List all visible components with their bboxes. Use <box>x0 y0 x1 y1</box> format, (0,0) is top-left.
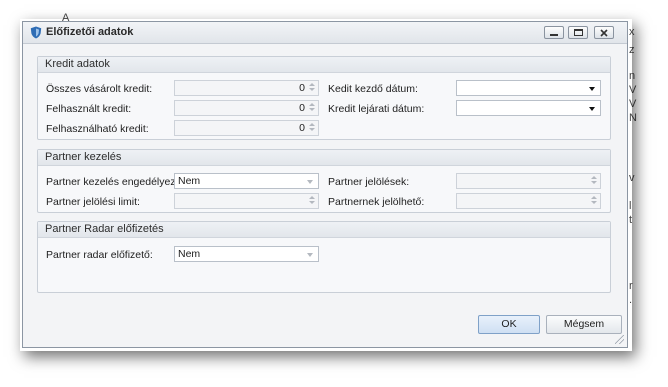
cancel-button[interactable]: Mégsem <box>546 315 622 334</box>
minimize-icon <box>550 33 558 36</box>
felhasznalhato-kredit-label: Felhasználható kredit: <box>46 123 149 135</box>
partner-jelolesi-limit-input[interactable] <box>174 193 319 209</box>
felhasznalhato-kredit-input[interactable]: 0 <box>174 120 319 136</box>
spin-arrows-icon[interactable] <box>308 82 316 94</box>
felhasznalhato-kredit-value: 0 <box>299 122 305 134</box>
kredit-lejarati-datum-dropdown[interactable] <box>456 100 601 116</box>
partner-radar-elofizeto-dropdown[interactable]: Nem <box>174 246 319 262</box>
felhasznalt-kredit-input[interactable]: 0 <box>174 100 319 116</box>
close-icon <box>600 28 608 37</box>
shield-icon <box>30 26 42 39</box>
resize-grip-icon[interactable] <box>615 335 624 344</box>
maximize-button[interactable] <box>568 26 588 39</box>
maximize-icon <box>573 29 583 36</box>
partner-jelolesek-label: Partner jelölések: <box>328 176 410 188</box>
spin-arrows-icon[interactable] <box>590 175 598 187</box>
kredit-panel-header: Kredit adatok <box>38 57 610 73</box>
kredit-kezdo-datum-label: Kedit kezdő dátum: <box>328 83 418 95</box>
felhasznalt-kredit-label: Felhasznált kredit: <box>46 103 132 115</box>
partner-panel-header: Partner kezelés <box>38 150 610 166</box>
chevron-down-icon[interactable] <box>589 87 595 91</box>
partnernek-jelolheto-label: Partnernek jelölhető: <box>328 196 425 208</box>
partnernek-jelolheto-input[interactable] <box>456 193 601 209</box>
osszes-kredit-label: Összes vásárolt kredit: <box>46 83 153 95</box>
dialog-window: Előfizetői adatok Kredit adatok Összes v… <box>22 21 628 348</box>
partner-radar-elofizeto-label: Partner radar előfizető: <box>46 249 153 261</box>
chevron-down-icon[interactable] <box>307 253 313 257</box>
spin-arrows-icon[interactable] <box>308 195 316 207</box>
osszes-kredit-input[interactable]: 0 <box>174 80 319 96</box>
spin-arrows-icon[interactable] <box>308 122 316 134</box>
radar-panel-header: Partner Radar előfizetés <box>38 222 610 238</box>
chevron-down-icon[interactable] <box>307 180 313 184</box>
osszes-kredit-value: 0 <box>299 82 305 94</box>
close-button[interactable] <box>594 26 614 39</box>
felhasznalt-kredit-value: 0 <box>299 102 305 114</box>
ok-button[interactable]: OK <box>478 315 540 334</box>
chevron-down-icon[interactable] <box>589 107 595 111</box>
spin-arrows-icon[interactable] <box>308 102 316 114</box>
title-bar[interactable]: Előfizetői adatok <box>23 22 627 44</box>
partner-kezeles-engedelyezett-dropdown[interactable]: Nem <box>174 173 319 189</box>
partner-jelolesek-input[interactable] <box>456 173 601 189</box>
minimize-button[interactable] <box>544 26 564 39</box>
partner-kezeles-engedelyezett-label: Partner kezelés engedélyezett: <box>46 176 191 188</box>
kredit-lejarati-datum-label: Kredit lejárati dátum: <box>328 103 425 115</box>
partner-kezeles-engedelyezett-value: Nem <box>178 175 201 187</box>
kredit-kezdo-datum-dropdown[interactable] <box>456 80 601 96</box>
spin-arrows-icon[interactable] <box>590 195 598 207</box>
window-title: Előfizetői adatok <box>46 26 134 38</box>
partner-jelolesi-limit-label: Partner jelölési limit: <box>46 196 140 208</box>
partner-radar-elofizeto-value: Nem <box>178 248 201 260</box>
